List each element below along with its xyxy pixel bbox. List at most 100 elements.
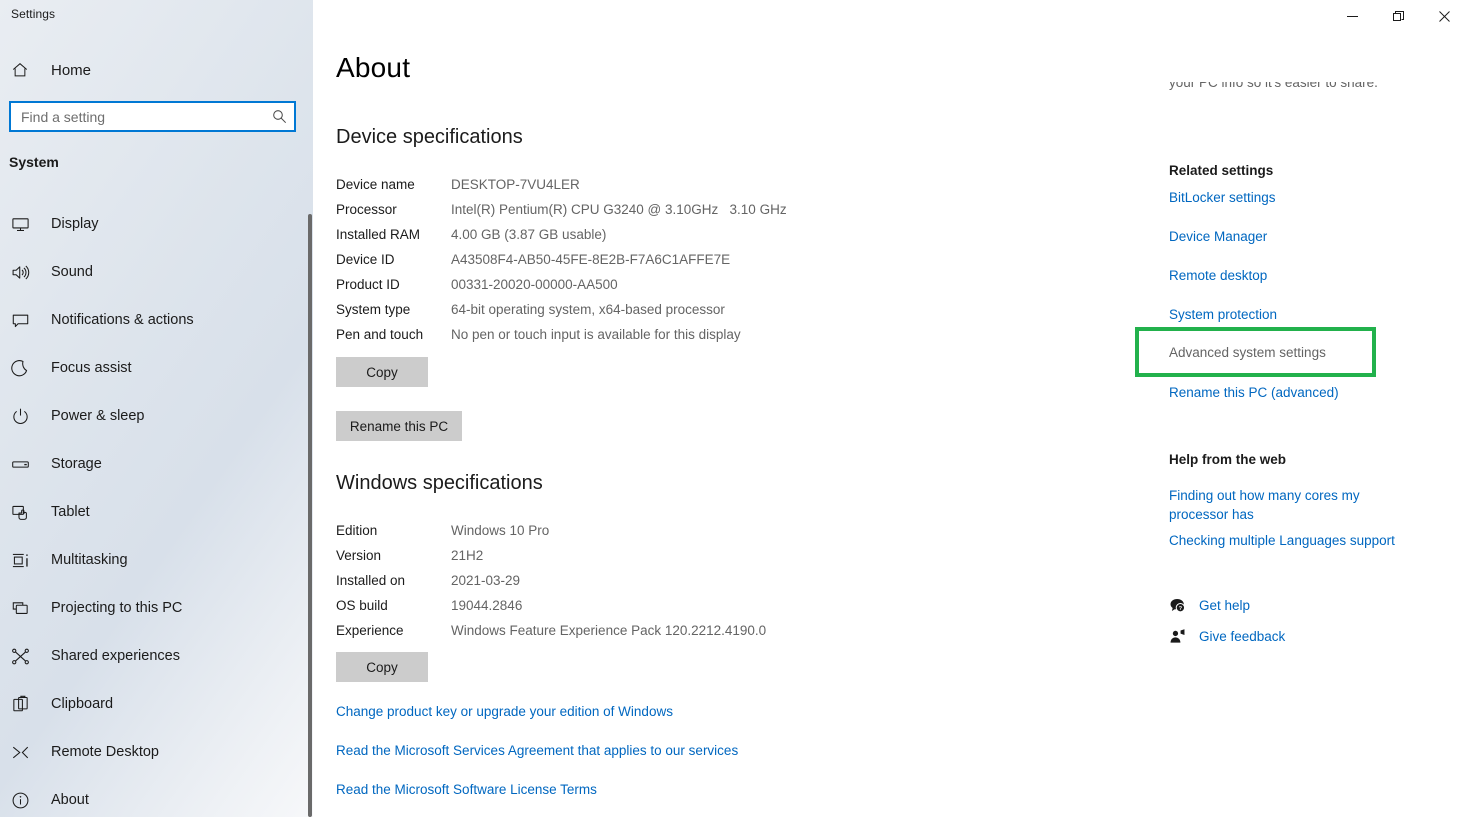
spec-key: Installed on <box>336 573 406 588</box>
spec-row: Experience Windows Feature Experience Pa… <box>336 618 766 643</box>
copy-device-specs-button[interactable]: Copy <box>336 357 428 387</box>
change-product-key-link[interactable]: Change product key or upgrade your editi… <box>336 704 673 719</box>
related-settings-heading: Related settings <box>1169 163 1274 178</box>
spec-row: Processor Intel(R) Pentium(R) CPU G3240 … <box>336 197 787 222</box>
spec-key: Pen and touch <box>336 327 424 342</box>
give-feedback-action[interactable]: Give feedback <box>1169 628 1285 645</box>
get-help-action[interactable]: ? Get help <box>1169 597 1250 614</box>
speaker-icon <box>11 263 39 282</box>
system-protection-link[interactable]: System protection <box>1169 307 1277 322</box>
sidebar-item-label: Multitasking <box>51 552 128 568</box>
spec-value: DESKTOP-7VU4LER <box>451 177 580 192</box>
sidebar-item-sound[interactable]: Sound <box>0 248 307 296</box>
get-help-label: Get help <box>1199 598 1251 613</box>
checking-languages-link[interactable]: Checking multiple Languages support <box>1169 533 1395 548</box>
sidebar-item-storage[interactable]: Storage <box>0 440 307 488</box>
sidebar-scrollbar-thumb[interactable] <box>308 214 312 817</box>
sidebar-item-display[interactable]: Display <box>0 200 307 248</box>
info-icon <box>11 791 39 810</box>
spec-value: 64-bit operating system, x64-based proce… <box>451 302 725 317</box>
close-icon <box>1438 10 1450 22</box>
spec-key: Version <box>336 548 382 563</box>
share-info-text: your PC info so it's easier to share. <box>1169 82 1459 106</box>
sidebar-item-notifications[interactable]: Notifications & actions <box>0 296 307 344</box>
restore-icon <box>1392 10 1404 21</box>
settings-window: Settings Home Find a setting System Disp… <box>0 0 1467 817</box>
spec-key: Device ID <box>336 252 395 267</box>
spec-row: Edition Windows 10 Pro <box>336 518 766 543</box>
sidebar-nav-list: Display Sound Notifications & actions Fo… <box>0 200 307 817</box>
sidebar-item-remote-desktop[interactable]: Remote Desktop <box>0 728 307 776</box>
windows-specifications-table: Edition Windows 10 Pro Version 21H2 Inst… <box>336 518 766 643</box>
spec-value: 2021-03-29 <box>451 573 521 588</box>
rename-pc-button[interactable]: Rename this PC <box>336 411 462 441</box>
rename-pc-advanced-link[interactable]: Rename this PC (advanced) <box>1169 385 1339 400</box>
sidebar-item-label: Display <box>51 216 99 232</box>
minimize-icon <box>1346 15 1358 17</box>
sidebar-item-label: Power & sleep <box>51 408 145 424</box>
spec-value: 00331-20020-00000-AA500 <box>451 277 618 292</box>
sidebar-item-projecting[interactable]: Projecting to this PC <box>0 584 307 632</box>
project-screen-icon <box>11 599 39 618</box>
sidebar-section-title: System <box>9 154 59 170</box>
spec-row: Product ID 00331-20020-00000-AA500 <box>336 272 787 297</box>
title-bar: Settings <box>0 0 1467 32</box>
sidebar-item-label: Notifications & actions <box>51 312 194 328</box>
help-bubble-icon: ? <box>1169 597 1199 614</box>
sidebar-item-shared-experiences[interactable]: Shared experiences <box>0 632 307 680</box>
search-box[interactable] <box>9 101 296 132</box>
sidebar-item-about[interactable]: About <box>0 776 307 817</box>
search-input[interactable] <box>11 103 264 130</box>
sidebar-item-label: Storage <box>51 456 102 472</box>
spec-key: Processor <box>336 202 397 217</box>
window-title: Settings <box>11 7 56 21</box>
sidebar-item-label: Sound <box>51 264 93 280</box>
copy-windows-specs-button[interactable]: Copy <box>336 652 428 682</box>
bitlocker-settings-link[interactable]: BitLocker settings <box>1169 190 1276 205</box>
spec-value: 21H2 <box>451 548 484 563</box>
advanced-system-settings-link[interactable]: Advanced system settings <box>1169 345 1326 360</box>
minimize-button[interactable] <box>1329 0 1375 32</box>
spec-key: OS build <box>336 598 388 613</box>
spec-key: Product ID <box>336 277 400 292</box>
sidebar-item-label: About <box>51 792 89 808</box>
sidebar: Home System Displ <box>0 0 313 817</box>
window-controls <box>1329 0 1467 32</box>
close-button[interactable] <box>1421 0 1467 32</box>
sidebar-item-focus-assist[interactable]: Focus assist <box>0 344 307 392</box>
sidebar-item-home[interactable]: Home <box>0 55 300 85</box>
microsoft-services-agreement-link[interactable]: Read the Microsoft Services Agreement th… <box>336 743 738 758</box>
windows-specifications-heading: Windows specifications <box>336 472 543 494</box>
remote-desktop-link[interactable]: Remote desktop <box>1169 268 1267 283</box>
sidebar-item-multitasking[interactable]: Multitasking <box>0 536 307 584</box>
search-icon <box>272 110 286 124</box>
tablet-icon <box>11 503 39 522</box>
spec-key: Experience <box>336 623 404 638</box>
multitasking-icon <box>11 551 39 570</box>
moon-icon <box>11 359 39 378</box>
spec-value: No pen or touch input is available for t… <box>451 327 741 342</box>
finding-cores-link[interactable]: Finding out how many cores my processor … <box>1169 487 1379 524</box>
spec-row: OS build 19044.2846 <box>336 593 766 618</box>
microsoft-software-license-link[interactable]: Read the Microsoft Software License Term… <box>336 782 597 797</box>
sidebar-item-label: Shared experiences <box>51 648 180 664</box>
sidebar-item-label: Focus assist <box>51 360 132 376</box>
spec-key: Edition <box>336 523 378 538</box>
monitor-icon <box>11 215 39 234</box>
search-button[interactable] <box>264 103 294 130</box>
spec-row: Device ID A43508F4-AB50-45FE-8E2B-F7A6C1… <box>336 247 787 272</box>
sidebar-item-tablet[interactable]: Tablet <box>0 488 307 536</box>
spec-key: System type <box>336 302 411 317</box>
give-feedback-label: Give feedback <box>1199 629 1286 644</box>
sidebar-item-clipboard[interactable]: Clipboard <box>0 680 307 728</box>
restore-button[interactable] <box>1375 0 1421 32</box>
sidebar-item-label: Tablet <box>51 504 90 520</box>
sidebar-item-power-sleep[interactable]: Power & sleep <box>0 392 307 440</box>
share-nodes-icon <box>11 647 39 666</box>
device-manager-link[interactable]: Device Manager <box>1169 229 1267 244</box>
remote-desktop-icon <box>11 743 39 762</box>
spec-row: Version 21H2 <box>336 543 766 568</box>
spec-value: A43508F4-AB50-45FE-8E2B-F7A6C1AFFE7E <box>451 252 731 267</box>
help-from-web-heading: Help from the web <box>1169 452 1287 467</box>
home-icon <box>11 61 39 79</box>
